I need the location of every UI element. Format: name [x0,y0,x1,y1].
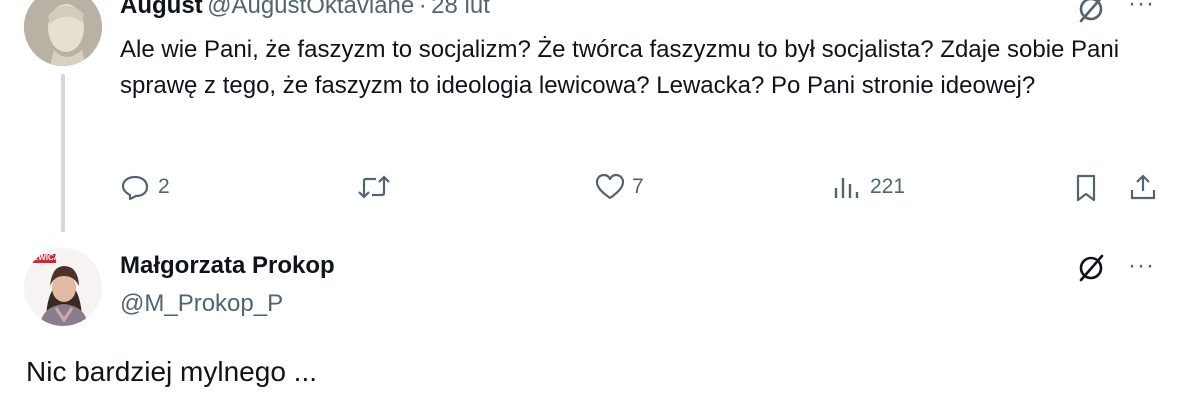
view-count: 221 [870,175,906,198]
tweet-date[interactable]: 28 lut [431,0,490,19]
avatar-malgorzata-prokop[interactable]: LEWICA [24,248,102,326]
views-button[interactable]: 221 [832,172,905,202]
avatar-august[interactable] [24,0,102,66]
main-author-name[interactable]: Małgorzata Prokop [120,252,335,280]
reply-button[interactable]: 2 [120,172,170,202]
reply-icon [120,172,150,202]
share-icon[interactable] [1128,172,1158,202]
reply-header: August @AugustOktaviane · 28 lut [120,0,490,20]
bookmark-icon[interactable] [1072,173,1100,203]
thread-line [61,74,65,232]
author-name[interactable]: August [120,0,203,19]
more-icon[interactable]: ··· [1128,252,1155,280]
more-icon[interactable]: ··· [1128,0,1155,18]
repost-icon [357,172,391,202]
reply-count: 2 [158,175,170,198]
grok-slash-icon[interactable] [1076,0,1106,24]
like-button[interactable]: 7 [594,172,644,202]
avatar-badge: LEWICA [28,253,60,262]
grok-slash-icon[interactable] [1076,253,1106,283]
reply-text: Ale wie Pani, że faszyzm to socjalizm? Ż… [120,36,1120,99]
repost-button[interactable] [357,172,391,202]
like-count: 7 [632,175,644,198]
separator: · [418,0,427,19]
main-tweet-text: Nic bardziej mylnego ... [26,356,318,387]
like-icon [594,172,626,202]
author-handle[interactable]: @AugustOktaviane [207,0,414,19]
views-icon [832,172,862,202]
main-author-handle[interactable]: @M_Prokop_P [120,290,283,318]
